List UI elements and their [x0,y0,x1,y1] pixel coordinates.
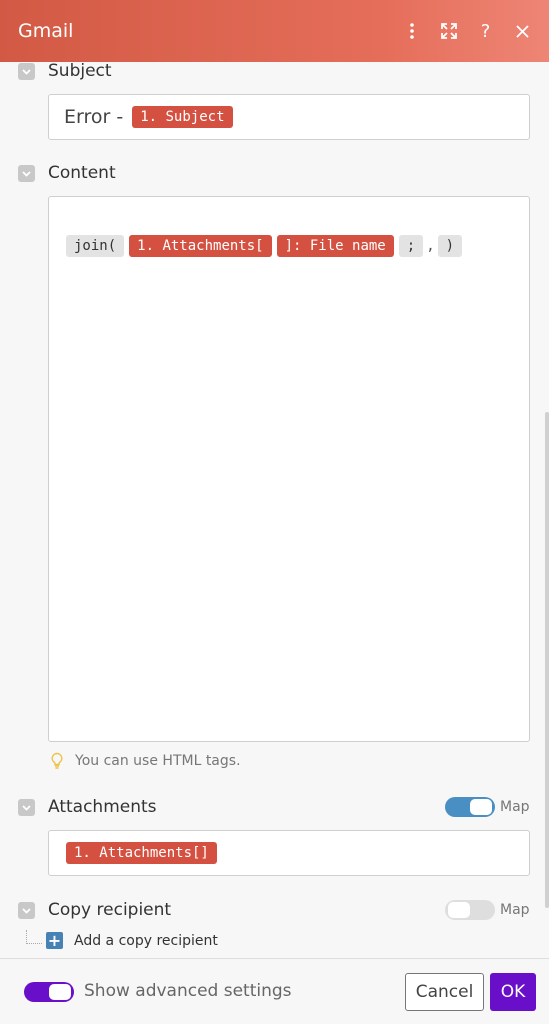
add-copy-recipient-row[interactable]: + Add a copy recipient [26,929,218,949]
attachments-array-token[interactable]: 1. Attachments[] [66,842,217,864]
subject-input[interactable]: Error - 1. Subject [48,94,530,140]
copy-recipient-map-toggle[interactable] [445,900,495,920]
more-options-icon[interactable] [393,0,430,62]
advanced-settings-label[interactable]: Show advanced settings [84,981,292,1001]
attachments-collapse-chevron-icon[interactable] [18,798,35,816]
attachments-input[interactable]: 1. Attachments[] [48,830,530,876]
scrollbar[interactable] [545,412,549,908]
content-formula-line: join( 1. Attachments[ ]: File name ; , ) [66,235,529,257]
join-function-token[interactable]: join( [66,235,125,257]
close-icon[interactable] [504,0,541,62]
attachments-token[interactable]: 1. Attachments[ [129,235,272,257]
content-field-header: Content [18,163,116,183]
advanced-settings-toggle[interactable] [24,982,74,1002]
semicolon-token[interactable]: ; [398,235,424,257]
subject-label: Subject [48,61,112,81]
file-name-token[interactable]: ]: File name [276,235,394,257]
close-paren-token[interactable]: ) [437,235,463,257]
lightbulb-icon [51,752,63,769]
attachments-label: Attachments [48,797,157,817]
subject-field-header: Subject [18,61,112,81]
expand-icon[interactable] [430,0,467,62]
copy-recipient-label: Copy recipient [48,900,172,920]
modal-title: Gmail [18,20,74,42]
copy-recipient-field-header: Copy recipient [18,900,171,920]
help-icon[interactable]: ? [467,0,504,62]
comma-separator: , [426,238,435,254]
html-hint-text: You can use HTML tags. [75,753,241,769]
attachments-map-toggle[interactable] [445,797,495,817]
attachments-map-label: Map [500,799,530,815]
content-collapse-chevron-icon[interactable] [18,164,35,182]
subject-prefix-text: Error - [64,106,124,128]
attachments-field-header: Attachments [18,797,157,817]
content-label: Content [48,163,116,183]
tree-connector [26,929,42,944]
subject-token[interactable]: 1. Subject [132,106,233,128]
cancel-button[interactable]: Cancel [405,973,484,1011]
html-hint: You can use HTML tags. [50,752,241,770]
modal-header: Gmail ? [0,0,549,62]
modal-footer: Show advanced settings Cancel OK [0,958,549,1024]
content-editor[interactable]: join( 1. Attachments[ ]: File name ; , ) [48,196,530,742]
subject-collapse-chevron-icon[interactable] [18,62,35,80]
add-icon[interactable]: + [46,932,63,949]
copy-recipient-collapse-chevron-icon[interactable] [18,901,35,919]
copy-recipient-map-label: Map [500,902,530,918]
add-copy-recipient-label[interactable]: Add a copy recipient [74,933,218,949]
ok-button[interactable]: OK [490,973,536,1011]
